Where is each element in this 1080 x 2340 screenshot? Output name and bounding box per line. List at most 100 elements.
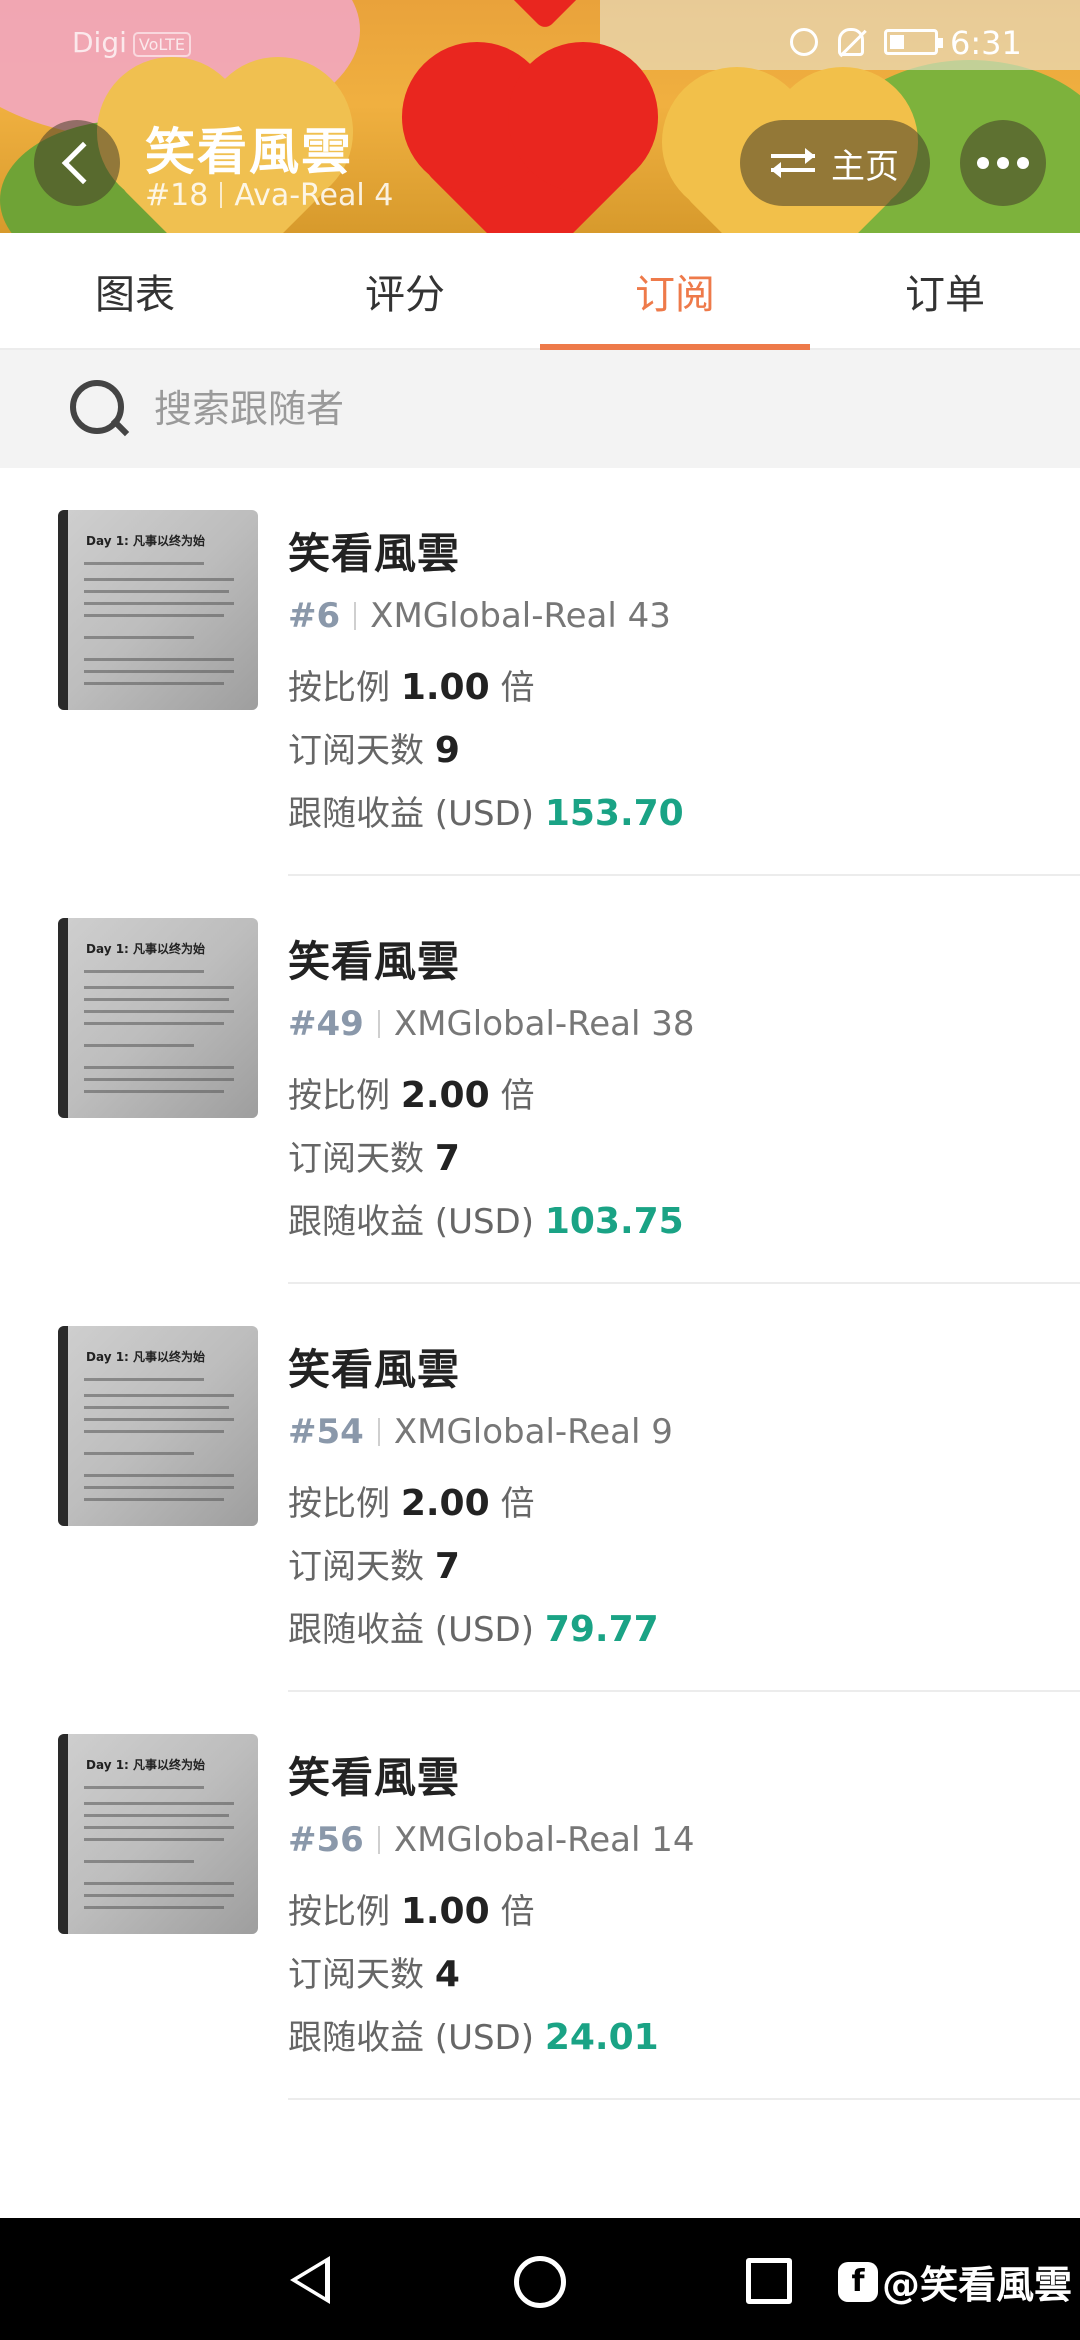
back-icon	[61, 141, 105, 185]
days-row: 订阅天数 4	[288, 1947, 460, 1996]
follower-meta: #49 XMGlobal-Real 38	[288, 1004, 695, 1044]
ratio-unit: 倍	[500, 1076, 535, 1116]
days-value: 4	[434, 1954, 460, 1995]
search-bar	[0, 350, 1080, 468]
ratio-row: 按比例 1.00 倍	[288, 1884, 534, 1933]
profit-label: 跟随收益 (USD)	[288, 1610, 534, 1650]
list-item[interactable]: Day 1: 凡事以终为始 笑看風雲 #49 XMGlobal-Real 38 按…	[0, 876, 1080, 1284]
carrier-label: Digi VoLTE	[72, 26, 191, 59]
ratio-value: 1.00	[400, 667, 490, 708]
thumbnail-text: Day 1: 凡事以终为始	[86, 534, 206, 548]
days-row: 订阅天数 9	[288, 723, 460, 772]
more-icon	[977, 157, 989, 169]
alarm-icon	[790, 28, 818, 56]
follower-account: XMGlobal-Real 38	[393, 1004, 695, 1044]
tab-subscriptions[interactable]: 订阅	[540, 233, 810, 350]
mute-icon	[838, 28, 864, 56]
watermark: f @笑看風雲	[838, 2254, 1072, 2309]
days-value: 9	[434, 730, 460, 771]
home-button[interactable]: 主页	[740, 120, 930, 206]
tab-chart[interactable]: 图表	[0, 233, 270, 348]
back-button[interactable]	[34, 120, 120, 206]
profit-row: 跟随收益 (USD) 24.01	[288, 2010, 659, 2059]
profit-row: 跟随收益 (USD) 103.75	[288, 1194, 684, 1243]
follower-name: 笑看風雲	[288, 937, 461, 986]
tab-rating[interactable]: 评分	[270, 233, 540, 348]
days-row: 订阅天数 7	[288, 1539, 460, 1588]
follower-name: 笑看風雲	[288, 1753, 461, 1802]
follower-thumbnail: Day 1: 凡事以终为始	[58, 510, 258, 710]
separator	[377, 1826, 380, 1854]
profit-row: 跟随收益 (USD) 79.77	[288, 1602, 659, 1651]
thumbnail-text: Day 1: 凡事以终为始	[86, 1350, 206, 1364]
ratio-label: 按比例	[288, 1076, 390, 1116]
more-icon	[997, 157, 1009, 169]
separator	[377, 1010, 380, 1038]
tab-orders[interactable]: 订单	[810, 233, 1080, 348]
ratio-value: 1.00	[400, 1891, 490, 1932]
follower-name: 笑看風雲	[288, 1345, 461, 1394]
app-screen: Digi VoLTE 6:31 笑看風雲 #18 Ava-Real 4 主页 图表 …	[0, 0, 1080, 2340]
status-icons	[790, 28, 943, 56]
status-time: 6:31	[950, 24, 1022, 62]
follower-thumbnail: Day 1: 凡事以终为始	[58, 1734, 258, 1934]
volte-badge: VoLTE	[132, 31, 191, 57]
follower-account: XMGlobal-Real 14	[393, 1820, 695, 1860]
list-item[interactable]: Day 1: 凡事以终为始 笑看風雲 #6 XMGlobal-Real 43 按比…	[0, 468, 1080, 876]
page-subtitle: #18 Ava-Real 4	[145, 178, 393, 213]
days-label: 订阅天数	[288, 1139, 424, 1179]
thumbnail-text: Day 1: 凡事以终为始	[86, 1758, 206, 1772]
separator	[220, 182, 223, 208]
header-rank: #18	[145, 178, 209, 213]
follower-thumbnail: Day 1: 凡事以终为始	[58, 1326, 258, 1526]
profit-value: 153.70	[544, 793, 684, 834]
days-value: 7	[434, 1138, 460, 1179]
tab-bar: 图表 评分 订阅 订单	[0, 233, 1080, 350]
ratio-value: 2.00	[400, 1483, 490, 1524]
carrier-name: Digi	[72, 26, 127, 59]
nav-home-icon[interactable]	[514, 2256, 566, 2308]
ratio-row: 按比例 1.00 倍	[288, 660, 534, 709]
thumbnail-text: Day 1: 凡事以终为始	[86, 942, 206, 956]
days-row: 订阅天数 7	[288, 1131, 460, 1180]
list-item[interactable]: Day 1: 凡事以终为始 笑看風雲 #54 XMGlobal-Real 9 按比…	[0, 1284, 1080, 1692]
profit-label: 跟随收益 (USD)	[288, 2018, 534, 2058]
follower-meta: #54 XMGlobal-Real 9	[288, 1412, 673, 1452]
profit-label: 跟随收益 (USD)	[288, 794, 534, 834]
page-title: 笑看風雲	[145, 123, 353, 181]
ratio-unit: 倍	[500, 668, 535, 708]
ratio-label: 按比例	[288, 668, 390, 708]
more-button[interactable]	[960, 120, 1046, 206]
profit-value: 103.75	[544, 1201, 684, 1242]
follower-rank: #6	[288, 596, 341, 636]
search-icon[interactable]	[70, 380, 128, 438]
search-input[interactable]	[154, 387, 954, 431]
ratio-row: 按比例 2.00 倍	[288, 1476, 534, 1525]
list-item[interactable]: Day 1: 凡事以终为始 笑看風雲 #56 XMGlobal-Real 14 按…	[0, 1692, 1080, 2100]
follower-name: 笑看風雲	[288, 529, 461, 578]
nav-back-icon[interactable]	[290, 2256, 330, 2304]
header-account: Ava-Real 4	[234, 178, 394, 213]
more-icon	[1017, 157, 1029, 169]
follower-rank: #49	[288, 1004, 364, 1044]
ratio-unit: 倍	[500, 1484, 535, 1524]
home-button-label: 主页	[831, 146, 899, 187]
profit-label: 跟随收益 (USD)	[288, 1202, 534, 1242]
status-bar: Digi VoLTE 6:31	[0, 0, 1080, 90]
follower-rank: #54	[288, 1412, 364, 1452]
profit-value: 24.01	[544, 2017, 659, 2058]
days-label: 订阅天数	[288, 1955, 424, 1995]
divider	[288, 2098, 1080, 2100]
battery-icon	[884, 29, 943, 55]
follower-account: XMGlobal-Real 9	[393, 1412, 673, 1452]
nav-recents-icon[interactable]	[746, 2258, 792, 2304]
followers-list: Day 1: 凡事以终为始 笑看風雲 #6 XMGlobal-Real 43 按比…	[0, 468, 1080, 2100]
separator	[354, 602, 357, 630]
facebook-icon: f	[838, 2261, 878, 2302]
follower-rank: #56	[288, 1820, 364, 1860]
follower-meta: #56 XMGlobal-Real 14	[288, 1820, 695, 1860]
follower-thumbnail: Day 1: 凡事以终为始	[58, 918, 258, 1118]
follower-account: XMGlobal-Real 43	[370, 596, 671, 636]
swap-icon	[771, 148, 815, 178]
follower-meta: #6 XMGlobal-Real 43	[288, 596, 671, 636]
